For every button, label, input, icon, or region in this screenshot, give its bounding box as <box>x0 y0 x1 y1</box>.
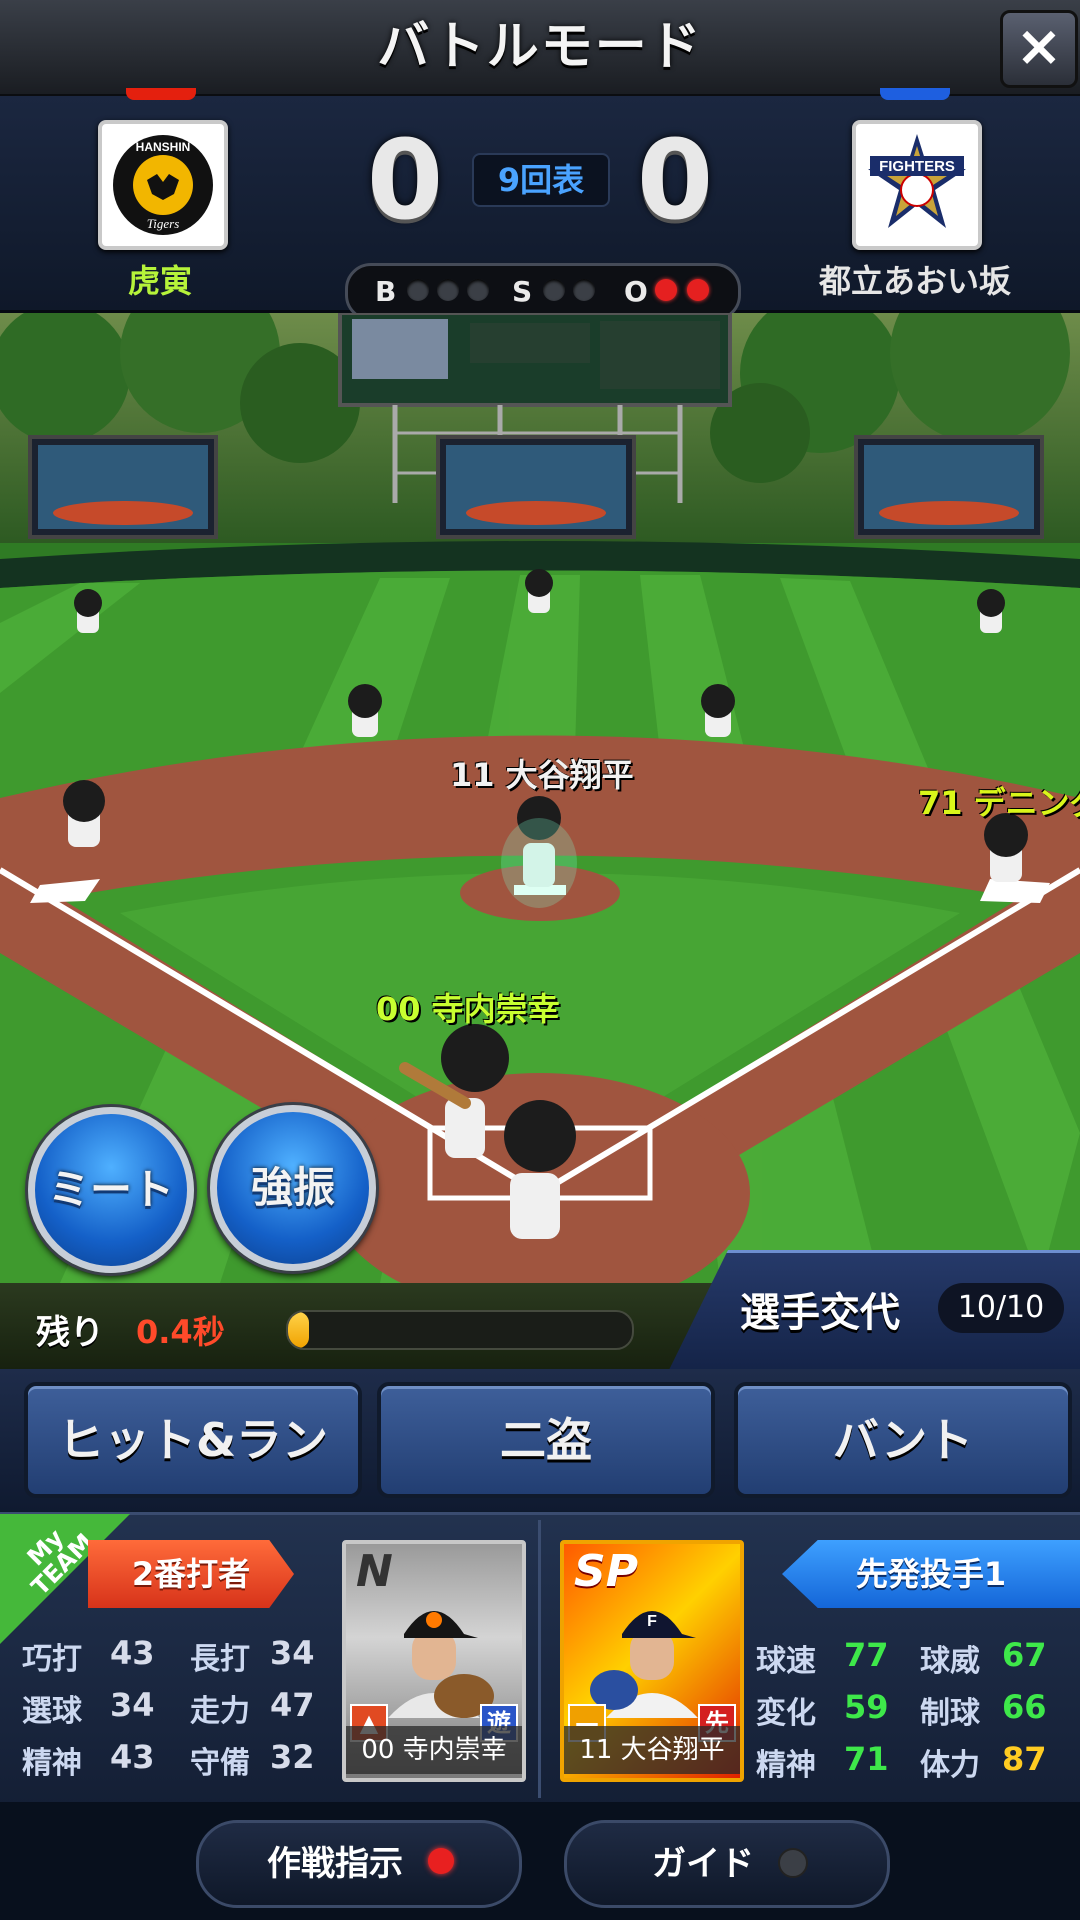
away-team-logo: FIGHTERS <box>852 120 982 250</box>
runner-name-tag: 71 デニング <box>918 784 1080 822</box>
guide-button[interactable]: ガイド <box>564 1820 890 1908</box>
pitcher-role-label: 先発投手1 <box>782 1540 1080 1608</box>
bunt-button[interactable]: バント <box>734 1382 1072 1498</box>
stat-label: 球速 <box>756 1644 816 1679</box>
stat-value: 67 <box>1002 1636 1047 1674</box>
ball-dot <box>467 279 489 301</box>
close-button[interactable]: × <box>1000 10 1078 88</box>
stat-value: 32 <box>270 1738 315 1776</box>
page-title: バトルモード <box>377 17 703 77</box>
footer-bar <box>0 1802 1080 1920</box>
stat-value: 34 <box>270 1634 315 1672</box>
timer-progress <box>286 1310 634 1350</box>
power-swing-button[interactable]: 強振 <box>210 1105 376 1271</box>
stat-value: 87 <box>1002 1740 1047 1778</box>
stat-label: 精神 <box>22 1746 82 1781</box>
fighters-logo-icon: FIGHTERS <box>868 134 966 228</box>
stat-value: 66 <box>1002 1688 1047 1726</box>
stat-value: 34 <box>110 1686 155 1724</box>
batter-portrait-icon <box>388 1611 494 1718</box>
stat-label: 制球 <box>920 1696 980 1731</box>
stat-label: 精神 <box>756 1748 816 1783</box>
out-dot <box>687 279 709 301</box>
strike-dot <box>573 279 595 301</box>
strategy-indicator-icon <box>428 1848 454 1874</box>
panel-divider <box>538 1520 541 1798</box>
ball-dot <box>407 279 429 301</box>
stat-label: 球威 <box>920 1644 980 1679</box>
substitution-label[interactable]: 選手交代 <box>740 1280 900 1338</box>
strike-dot <box>543 279 565 301</box>
stat-value: 77 <box>844 1636 889 1674</box>
batting-order-label: 2番打者 <box>88 1540 294 1608</box>
home-indicator <box>126 88 196 100</box>
stat-value: 59 <box>844 1688 889 1726</box>
stat-value: 43 <box>110 1634 155 1672</box>
inning-indicator: 9回表 <box>472 153 610 207</box>
stat-value: 71 <box>844 1740 889 1778</box>
tigers-logo-icon: HANSHIN Tigers <box>113 135 213 235</box>
hit-and-run-button[interactable]: ヒット&ラン <box>24 1382 362 1498</box>
svg-text:FIGHTERS: FIGHTERS <box>879 158 955 175</box>
batter-card[interactable]: N ▲ 遊 00 寺内崇幸 <box>342 1540 526 1782</box>
stat-label: 体力 <box>920 1748 980 1783</box>
strategy-label: 作戦指示 <box>267 1844 403 1884</box>
pitcher-name-tag: 11 大谷翔平 <box>450 756 634 794</box>
stat-label: 変化 <box>756 1696 816 1731</box>
stat-value: 43 <box>110 1738 155 1776</box>
strike-label: S <box>512 275 533 308</box>
pitcher-card[interactable]: SP F — 先 11 大谷翔平 <box>560 1540 744 1782</box>
close-icon: × <box>1015 14 1063 79</box>
out-label: O <box>624 275 648 308</box>
away-score: 0 <box>636 116 714 244</box>
stat-label: 長打 <box>190 1642 250 1677</box>
away-indicator <box>880 88 950 100</box>
away-team-name: 都立あおい坂 <box>818 262 1011 300</box>
card-player-name: 11 大谷翔平 <box>564 1726 740 1774</box>
svg-text:F: F <box>647 1613 657 1630</box>
remaining-time: 0.4秒 <box>136 1313 225 1351</box>
stat-value: 47 <box>270 1686 315 1724</box>
svg-text:Tigers: Tigers <box>147 216 180 231</box>
home-team-name: 虎寅 <box>127 262 192 300</box>
remaining-label: 残り <box>36 1313 104 1353</box>
strategy-button[interactable]: 作戦指示 <box>196 1820 522 1908</box>
home-score: 0 <box>366 116 444 244</box>
guide-label: ガイド <box>652 1844 754 1884</box>
ball-label: B <box>375 275 397 308</box>
stat-label: 走力 <box>190 1694 250 1729</box>
out-dot <box>655 279 677 301</box>
ball-dot <box>437 279 459 301</box>
pitcher-portrait-icon: F <box>590 1611 698 1718</box>
stat-label: 守備 <box>190 1746 250 1781</box>
stat-label: 巧打 <box>22 1642 82 1677</box>
card-player-name: 00 寺内崇幸 <box>346 1726 522 1774</box>
batter-name-tag: 00 寺内崇幸 <box>376 990 560 1028</box>
stat-label: 選球 <box>22 1694 82 1729</box>
home-team-logo: HANSHIN Tigers <box>98 120 228 250</box>
timer-progress-fill <box>288 1312 309 1348</box>
steal-button[interactable]: 二盗 <box>377 1382 715 1498</box>
meet-swing-button[interactable]: ミート <box>28 1107 194 1273</box>
svg-text:HANSHIN: HANSHIN <box>136 140 191 154</box>
substitution-count: 10/10 <box>938 1283 1064 1333</box>
guide-indicator-icon <box>778 1848 808 1878</box>
